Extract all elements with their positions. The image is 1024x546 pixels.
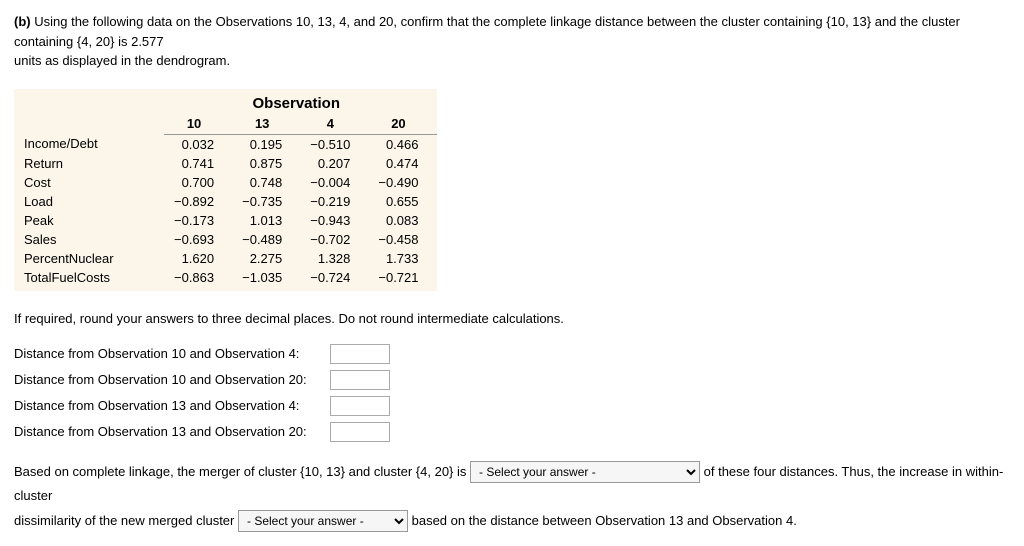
- row-label: Sales: [14, 230, 164, 249]
- dissimilarity-select[interactable]: - Select your answer -: [238, 510, 408, 532]
- data-cell: −0.489: [232, 230, 300, 249]
- row-label: Return: [14, 154, 164, 173]
- table-row: Return0.7410.8750.2070.474: [14, 154, 437, 173]
- distance-answer-line: Distance from Observation 13 and Observa…: [14, 422, 1010, 442]
- distance-prompt-label: Distance from Observation 13 and Observa…: [14, 398, 324, 413]
- data-cell: −0.219: [300, 192, 368, 211]
- table-row: Cost0.7000.748−0.004−0.490: [14, 173, 437, 192]
- col-header: 20: [368, 114, 436, 135]
- data-cell: −0.173: [164, 211, 232, 230]
- data-cell: 0.207: [300, 154, 368, 173]
- distance-prompt-label: Distance from Observation 10 and Observa…: [14, 372, 324, 387]
- data-cell: 1.328: [300, 249, 368, 268]
- data-cell: −0.943: [300, 211, 368, 230]
- row-label: Load: [14, 192, 164, 211]
- row-label: Peak: [14, 211, 164, 230]
- data-cell: 0.474: [368, 154, 436, 173]
- data-table-container: Observation 10 13 4 20 Income/Debt0.0320…: [14, 89, 1010, 291]
- table-row: Income/Debt0.0320.195−0.5100.466: [14, 134, 437, 154]
- question-prompt: (b) Using the following data on the Obse…: [14, 12, 1010, 71]
- question-line-2: units as displayed in the dendrogram.: [14, 53, 230, 68]
- observation-data-table: Observation 10 13 4 20 Income/Debt0.0320…: [14, 89, 437, 291]
- data-cell: −0.721: [368, 268, 436, 291]
- distance-answer-input[interactable]: [330, 422, 390, 442]
- distance-prompt-label: Distance from Observation 13 and Observa…: [14, 424, 324, 439]
- distance-answer-line: Distance from Observation 13 and Observa…: [14, 396, 1010, 416]
- conclusion-seg-4: based on the distance between Observatio…: [412, 513, 797, 528]
- data-cell: −0.004: [300, 173, 368, 192]
- table-row: Peak−0.1731.013−0.9430.083: [14, 211, 437, 230]
- row-label: PercentNuclear: [14, 249, 164, 268]
- row-label: Income/Debt: [14, 134, 164, 154]
- col-header: 13: [232, 114, 300, 135]
- table-row: TotalFuelCosts−0.863−1.035−0.724−0.721: [14, 268, 437, 291]
- data-cell: −0.458: [368, 230, 436, 249]
- data-cell: 0.466: [368, 134, 436, 154]
- conclusion-sentence: Based on complete linkage, the merger of…: [14, 460, 1010, 534]
- data-cell: −1.035: [232, 268, 300, 291]
- data-cell: 2.275: [232, 249, 300, 268]
- data-cell: −0.702: [300, 230, 368, 249]
- data-cell: −0.863: [164, 268, 232, 291]
- distance-answer-input[interactable]: [330, 344, 390, 364]
- data-cell: 0.032: [164, 134, 232, 154]
- data-cell: 0.195: [232, 134, 300, 154]
- data-cell: −0.490: [368, 173, 436, 192]
- table-group-header: Observation: [164, 89, 437, 114]
- distance-answer-input[interactable]: [330, 370, 390, 390]
- conclusion-seg-1: Based on complete linkage, the merger of…: [14, 464, 470, 479]
- conclusion-seg-3: dissimilarity of the new merged cluster: [14, 513, 238, 528]
- row-label: TotalFuelCosts: [14, 268, 164, 291]
- col-header: 4: [300, 114, 368, 135]
- data-cell: 0.083: [368, 211, 436, 230]
- distance-answer-line: Distance from Observation 10 and Observa…: [14, 344, 1010, 364]
- col-header: 10: [164, 114, 232, 135]
- data-cell: 0.655: [368, 192, 436, 211]
- data-cell: 0.875: [232, 154, 300, 173]
- data-cell: 0.741: [164, 154, 232, 173]
- part-label: (b): [14, 14, 31, 29]
- data-cell: −0.892: [164, 192, 232, 211]
- linkage-type-select[interactable]: - Select your answer -: [470, 461, 700, 483]
- row-label: Cost: [14, 173, 164, 192]
- question-line-1: Using the following data on the Observat…: [14, 14, 960, 49]
- data-cell: 1.013: [232, 211, 300, 230]
- distance-answer-line: Distance from Observation 10 and Observa…: [14, 370, 1010, 390]
- table-row: PercentNuclear1.6202.2751.3281.733: [14, 249, 437, 268]
- data-cell: 1.620: [164, 249, 232, 268]
- data-cell: 0.700: [164, 173, 232, 192]
- distance-answer-input[interactable]: [330, 396, 390, 416]
- data-cell: 1.733: [368, 249, 436, 268]
- data-cell: −0.693: [164, 230, 232, 249]
- table-row: Sales−0.693−0.489−0.702−0.458: [14, 230, 437, 249]
- rounding-instruction: If required, round your answers to three…: [14, 311, 1010, 326]
- data-cell: 0.748: [232, 173, 300, 192]
- distance-answers-block: Distance from Observation 10 and Observa…: [14, 344, 1010, 442]
- data-cell: −0.735: [232, 192, 300, 211]
- data-cell: −0.510: [300, 134, 368, 154]
- data-cell: −0.724: [300, 268, 368, 291]
- table-row: Load−0.892−0.735−0.2190.655: [14, 192, 437, 211]
- distance-prompt-label: Distance from Observation 10 and Observa…: [14, 346, 324, 361]
